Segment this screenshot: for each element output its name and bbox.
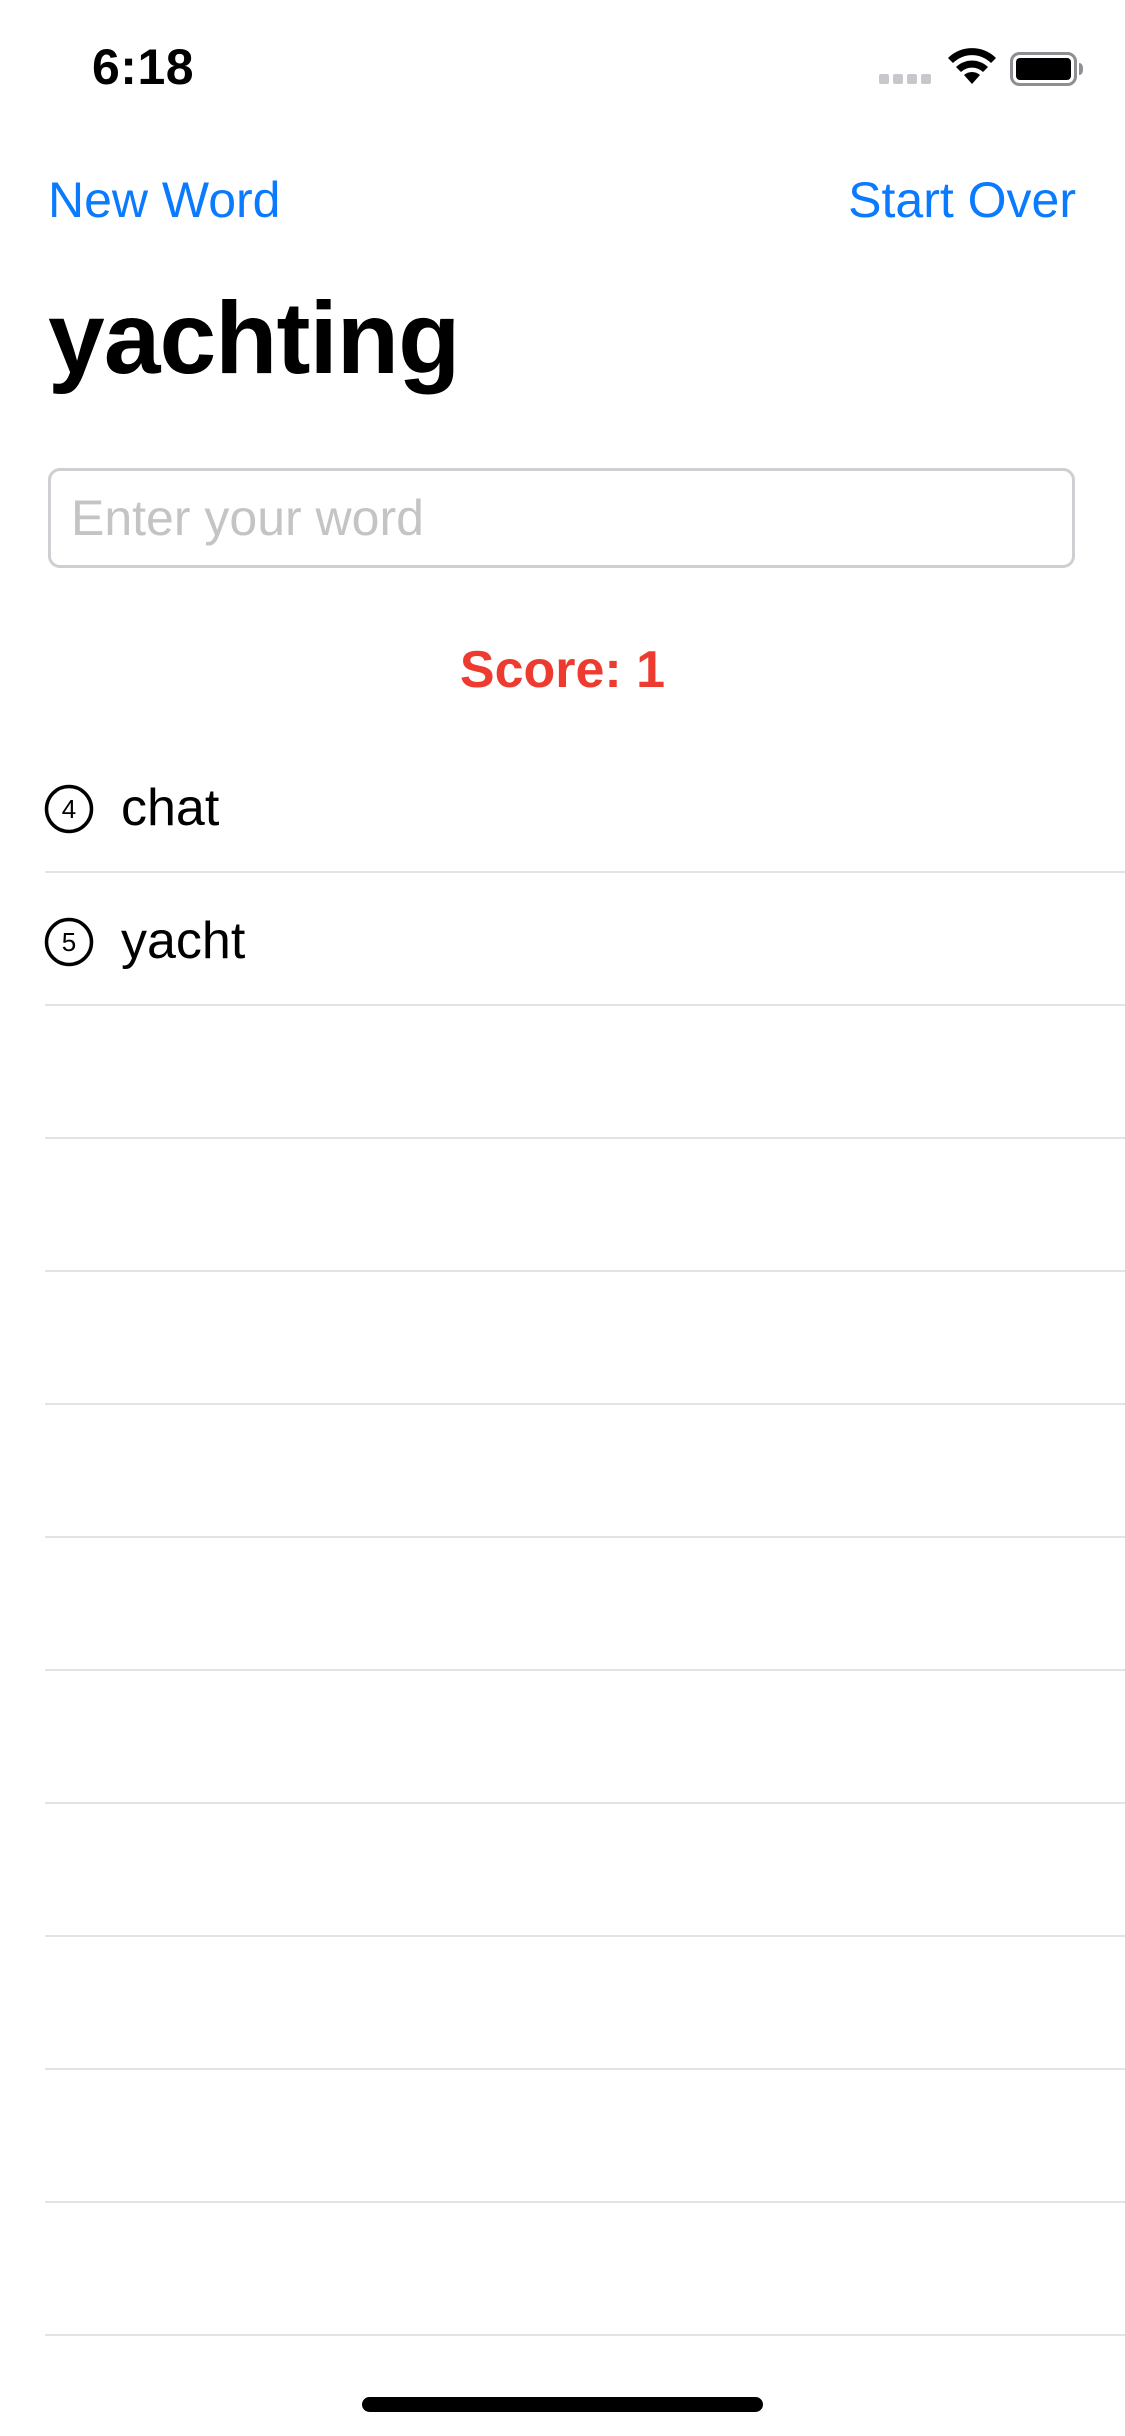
empty-row: [0, 1538, 1125, 1671]
empty-row: [0, 2203, 1125, 2336]
empty-row: [0, 1272, 1125, 1405]
home-indicator[interactable]: [362, 2397, 763, 2412]
word-length-number: 4: [62, 794, 76, 824]
status-time: 6:18: [92, 39, 195, 95]
empty-row: [0, 1139, 1125, 1272]
word-text: chat: [121, 779, 220, 837]
empty-row: [0, 1671, 1125, 1804]
list-item[interactable]: 4 chat: [0, 740, 1125, 873]
wifi-icon: [948, 48, 996, 84]
word-text: yacht: [121, 912, 246, 970]
cellular-signal-icon: [879, 74, 931, 84]
empty-row: [0, 1804, 1125, 1937]
new-word-button[interactable]: New Word: [48, 170, 280, 230]
empty-row: [0, 1006, 1125, 1139]
status-bar: 6:18: [0, 0, 1125, 132]
list-item[interactable]: 5 yacht: [0, 873, 1125, 1006]
word-length-number: 5: [62, 927, 76, 957]
empty-row: [0, 2070, 1125, 2203]
row-separator: [45, 2334, 1125, 2336]
empty-row: [0, 1937, 1125, 2070]
empty-row: [0, 1405, 1125, 1538]
start-over-button[interactable]: Start Over: [848, 170, 1076, 230]
word-input[interactable]: [48, 468, 1075, 568]
circled-number-icon: 5: [44, 917, 94, 967]
score-label: Score: 1: [459, 641, 666, 699]
used-words-list: 4 chat 5 yacht: [0, 740, 1125, 2336]
battery-icon: [1010, 52, 1083, 86]
root-word-title: yachting: [48, 281, 460, 395]
circled-number-icon: 4: [44, 784, 94, 834]
